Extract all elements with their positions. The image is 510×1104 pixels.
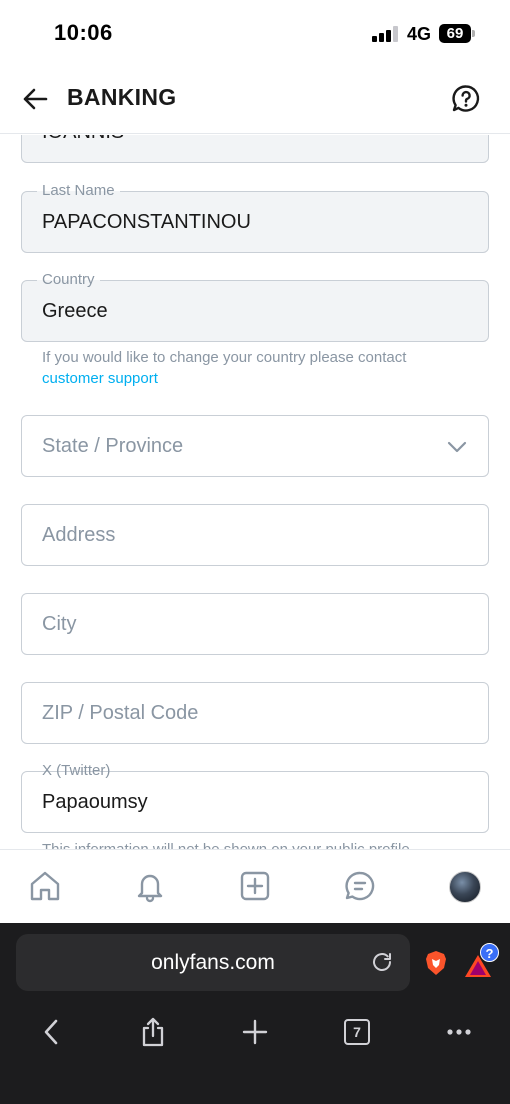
share-icon[interactable] [138, 1017, 168, 1047]
status-bar: 10:06 4G 69 [0, 0, 510, 70]
state-province-select[interactable]: State / Province [21, 415, 489, 477]
first-name-value: IOANNIS [42, 135, 124, 144]
avatar[interactable] [449, 871, 481, 903]
more-menu-icon[interactable] [444, 1017, 474, 1047]
back-arrow-icon[interactable] [20, 84, 50, 114]
cellular-signal-icon [372, 26, 400, 42]
zip-placeholder: ZIP / Postal Code [42, 702, 199, 724]
help-icon[interactable] [450, 83, 482, 115]
network-type: 4G [407, 24, 432, 44]
country-field[interactable]: Country Greece [21, 271, 489, 342]
twitter-value: Papaoumsy [42, 791, 148, 813]
address-placeholder: Address [42, 524, 116, 546]
new-tab-plus-icon[interactable] [240, 1017, 270, 1047]
first-name-field[interactable]: IOANNIS [21, 135, 489, 163]
brave-rewards-icon[interactable]: ? [463, 943, 499, 979]
rewards-badge: ? [480, 943, 499, 962]
battery-cap [472, 30, 475, 37]
address-input[interactable]: Address [21, 504, 489, 566]
battery-icon: 69 [439, 24, 471, 43]
twitter-label: X (Twitter) [37, 762, 116, 780]
home-icon[interactable] [27, 868, 63, 904]
last-name-field[interactable]: Last Name PAPACONSTANTINOU [21, 182, 489, 253]
country-hint-text: If you would like to change your country… [42, 349, 407, 366]
browser-toolbar: onlyfans.com ? 7 [0, 923, 510, 1104]
country-hint: If you would like to change your country… [42, 347, 406, 389]
twitter-hint: This information will not be shown on yo… [42, 841, 410, 849]
messages-icon[interactable] [342, 868, 378, 904]
url-text: onlyfans.com [151, 951, 275, 974]
city-placeholder: City [42, 613, 77, 635]
page-title: BANKING [67, 84, 177, 110]
brave-shields-icon[interactable] [424, 950, 448, 976]
city-input[interactable]: City [21, 593, 489, 655]
chevron-down-icon [447, 441, 467, 453]
app-header: BANKING [0, 70, 510, 134]
bottom-nav [0, 849, 510, 923]
notifications-bell-icon[interactable] [132, 868, 168, 904]
status-time: 10:06 [54, 20, 113, 45]
country-label: Country [37, 271, 100, 289]
browser-back-icon[interactable] [36, 1017, 66, 1047]
tabs-icon[interactable]: 7 [342, 1017, 372, 1047]
country-value: Greece [42, 300, 108, 322]
zip-input[interactable]: ZIP / Postal Code [21, 682, 489, 744]
twitter-input[interactable]: X (Twitter) Papaoumsy [21, 762, 489, 833]
banking-form: IOANNIS Last Name PAPACONSTANTINOU Count… [0, 135, 510, 849]
customer-support-link[interactable]: customer support [42, 370, 158, 387]
address-bar[interactable]: onlyfans.com [16, 934, 410, 991]
reload-icon[interactable] [370, 950, 394, 974]
last-name-value: PAPACONSTANTINOU [42, 211, 251, 233]
tab-count: 7 [344, 1019, 370, 1045]
state-province-placeholder: State / Province [42, 435, 184, 457]
add-post-icon[interactable] [237, 868, 273, 904]
last-name-label: Last Name [37, 182, 120, 200]
